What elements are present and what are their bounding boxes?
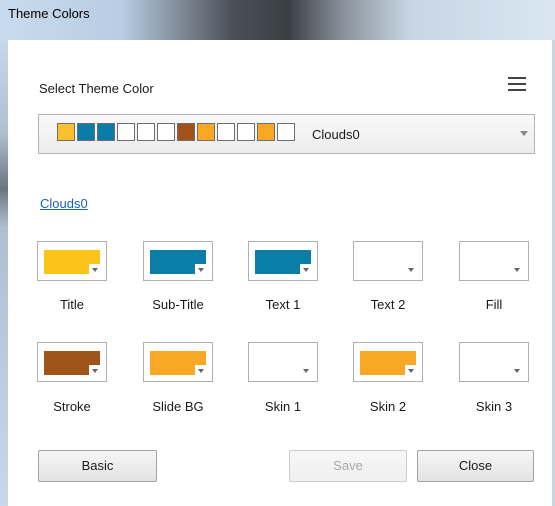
theme-dropdown-value: Clouds0 xyxy=(312,127,360,142)
window-frame-left xyxy=(0,40,8,506)
color-slot-button[interactable] xyxy=(353,241,423,281)
window-title: Theme Colors xyxy=(8,6,90,21)
select-theme-label: Select Theme Color xyxy=(39,81,154,96)
theme-swatch xyxy=(97,123,115,141)
save-button[interactable]: Save xyxy=(289,450,407,482)
color-slot-label: Skin 1 xyxy=(264,399,302,414)
hamburger-menu-icon[interactable] xyxy=(508,77,526,93)
theme-swatch xyxy=(137,123,155,141)
color-slot-label: Slide BG xyxy=(152,399,204,414)
chevron-down-icon xyxy=(408,369,414,373)
theme-swatch xyxy=(57,123,75,141)
chevron-down-icon xyxy=(198,369,204,373)
theme-swatch xyxy=(257,123,275,141)
color-slot-button[interactable] xyxy=(248,241,318,281)
theme-swatch xyxy=(277,123,295,141)
color-slot-button[interactable] xyxy=(143,342,213,382)
color-slot-label: Skin 2 xyxy=(369,399,407,414)
chevron-down-icon xyxy=(520,131,528,136)
theme-swatch xyxy=(117,123,135,141)
color-slot-button[interactable] xyxy=(459,241,529,281)
color-slot-label: Skin 3 xyxy=(475,399,513,414)
chevron-down-icon xyxy=(303,268,309,272)
chevron-down-icon xyxy=(303,369,309,373)
chevron-down-icon xyxy=(408,268,414,272)
chevron-down-icon xyxy=(92,369,98,373)
dialog-content: Select Theme Color Clouds0 Clouds0 Title… xyxy=(8,40,552,506)
theme-name-link[interactable]: Clouds0 xyxy=(40,196,88,211)
color-slot-button[interactable] xyxy=(143,241,213,281)
theme-swatch xyxy=(177,123,195,141)
close-button[interactable]: Close xyxy=(417,450,534,482)
color-slot-button[interactable] xyxy=(248,342,318,382)
color-slot-label: Text 2 xyxy=(370,297,406,312)
theme-dropdown[interactable]: Clouds0 xyxy=(38,114,535,154)
color-slot-label: Fill xyxy=(485,297,503,312)
color-slot-label: Title xyxy=(59,297,85,312)
theme-swatch xyxy=(157,123,175,141)
chevron-down-icon xyxy=(92,268,98,272)
theme-swatch xyxy=(237,123,255,141)
color-slot-button[interactable] xyxy=(37,241,107,281)
color-slot-label: Text 1 xyxy=(265,297,301,312)
basic-button[interactable]: Basic xyxy=(38,450,157,482)
color-slot-label: Sub-Title xyxy=(152,297,204,312)
color-slot-button[interactable] xyxy=(353,342,423,382)
theme-swatch xyxy=(197,123,215,141)
chevron-down-icon xyxy=(514,268,520,272)
color-slot-button[interactable] xyxy=(37,342,107,382)
chevron-down-icon xyxy=(514,369,520,373)
chevron-down-icon xyxy=(198,268,204,272)
theme-swatch xyxy=(77,123,95,141)
theme-swatch xyxy=(217,123,235,141)
color-slot-label: Stroke xyxy=(53,399,91,414)
color-slot-button[interactable] xyxy=(459,342,529,382)
title-bar: Theme Colors xyxy=(0,0,555,40)
